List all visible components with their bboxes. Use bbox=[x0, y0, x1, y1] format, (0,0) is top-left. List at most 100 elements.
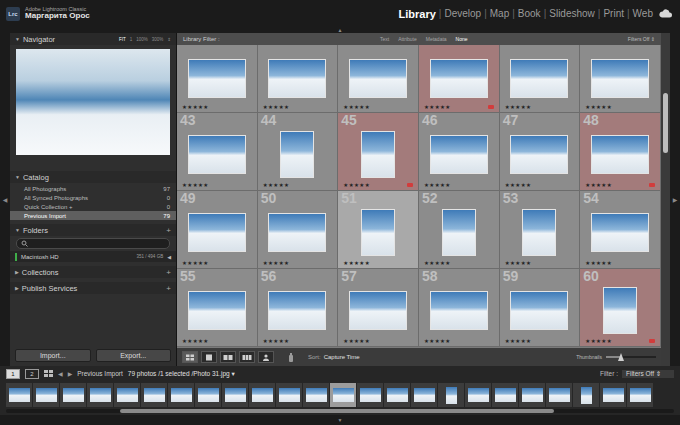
scroll-thumb[interactable] bbox=[663, 93, 668, 153]
star-rating[interactable]: ★★★★★ bbox=[343, 104, 370, 110]
module-tab[interactable]: Develop bbox=[444, 8, 481, 19]
photo-thumbnail[interactable] bbox=[281, 132, 313, 177]
star-rating[interactable]: ★★★★★ bbox=[182, 260, 209, 266]
grid-cell[interactable]: 54★★★★★ bbox=[580, 191, 661, 269]
star-rating[interactable]: ★★★★★ bbox=[505, 260, 532, 266]
photo-thumbnail[interactable] bbox=[523, 210, 555, 255]
photo-thumbnail[interactable] bbox=[592, 60, 648, 97]
grid-cell[interactable]: 53★★★★★ bbox=[500, 191, 581, 269]
photo-thumbnail[interactable] bbox=[350, 60, 406, 97]
grid-cell[interactable]: 55★★★★★ bbox=[177, 269, 258, 347]
filmstrip-thumb[interactable] bbox=[141, 383, 167, 407]
filmstrip-source[interactable]: Previous Import bbox=[77, 370, 123, 377]
expand-arrow[interactable]: ▶ bbox=[15, 269, 19, 275]
expand-arrow[interactable]: ▼ bbox=[15, 36, 20, 42]
filmstrip-thumb[interactable] bbox=[6, 383, 32, 407]
grid-cell[interactable]: ★★★★★ bbox=[177, 45, 258, 113]
volume-arrow[interactable]: ◀ bbox=[167, 254, 171, 260]
catalog-header[interactable]: ▼Catalog bbox=[10, 171, 176, 183]
star-rating[interactable]: ★★★★★ bbox=[182, 182, 209, 188]
photo-thumbnail[interactable] bbox=[592, 136, 648, 173]
grid-cell[interactable]: 49★★★★★ bbox=[177, 191, 258, 269]
filter-option[interactable]: Text bbox=[380, 36, 389, 42]
filmstrip-thumb[interactable] bbox=[87, 383, 113, 407]
bottom-panel-toggle[interactable]: ▼ bbox=[0, 415, 680, 425]
filmstrip-thumb[interactable] bbox=[627, 383, 653, 407]
grid-icon[interactable] bbox=[44, 370, 53, 377]
photo-thumbnail[interactable] bbox=[362, 132, 394, 177]
filmstrip-thumb[interactable] bbox=[438, 383, 464, 407]
view-button[interactable] bbox=[220, 351, 236, 363]
publish-header[interactable]: ▶Publish Services+ bbox=[10, 282, 176, 294]
photo-thumbnail[interactable] bbox=[443, 210, 475, 255]
grid-cell[interactable]: 43★★★★★ bbox=[177, 113, 258, 191]
grid-cell[interactable]: 48★★★★★ bbox=[580, 113, 661, 191]
grid-cell[interactable]: ★★★★★ bbox=[500, 45, 581, 113]
navigator-header[interactable]: ▼NavigatorFIT1100%300%⇕ bbox=[10, 33, 176, 45]
filmstrip-thumb[interactable] bbox=[303, 383, 329, 407]
grid-cell[interactable]: 57★★★★★ bbox=[338, 269, 419, 347]
grid-cell[interactable]: 46★★★★★ bbox=[419, 113, 500, 191]
grid-cell[interactable]: 51★★★★★ bbox=[338, 191, 419, 269]
volume-row[interactable]: Macintosh HD351 / 494 GB◀ bbox=[10, 251, 176, 262]
filter-option[interactable]: Metadata bbox=[426, 36, 447, 42]
expand-arrow[interactable]: ▼ bbox=[15, 174, 20, 180]
filmstrip-thumb[interactable] bbox=[114, 383, 140, 407]
photo-thumbnail[interactable] bbox=[511, 136, 567, 173]
photo-thumbnail[interactable] bbox=[431, 292, 487, 329]
filmstrip-thumb[interactable] bbox=[600, 383, 626, 407]
star-rating[interactable]: ★★★★★ bbox=[343, 260, 370, 266]
monitor-button[interactable]: 2 bbox=[25, 369, 39, 379]
photo-thumbnail[interactable] bbox=[431, 136, 487, 173]
filter-preset[interactable]: Filters Off ⇕ bbox=[628, 36, 655, 42]
filmstrip-thumb[interactable] bbox=[519, 383, 545, 407]
catalog-item[interactable]: Quick Collection +0 bbox=[10, 202, 176, 211]
painter-icon[interactable] bbox=[287, 352, 295, 362]
view-button[interactable] bbox=[182, 351, 198, 363]
filter-dropdown[interactable]: Filters Off ⇕ bbox=[622, 370, 674, 378]
view-button[interactable] bbox=[258, 351, 274, 363]
folders-header[interactable]: ▼Folders+ bbox=[10, 224, 176, 236]
expand-arrow[interactable]: ▼ bbox=[15, 227, 20, 233]
filter-option[interactable]: None bbox=[456, 36, 468, 42]
grid-scrollbar[interactable] bbox=[661, 33, 670, 366]
thumbnail-slider[interactable] bbox=[606, 356, 656, 358]
star-rating[interactable]: ★★★★★ bbox=[585, 338, 612, 344]
filmstrip-thumb[interactable] bbox=[465, 383, 491, 407]
module-tab[interactable]: Library bbox=[399, 8, 436, 20]
photo-thumbnail[interactable] bbox=[269, 60, 325, 97]
filmstrip-info[interactable]: 79 photos /1 selected /Photo 31.jpg ▾ bbox=[128, 370, 235, 378]
star-rating[interactable]: ★★★★★ bbox=[263, 182, 290, 188]
module-tab[interactable]: Slideshow bbox=[549, 8, 595, 19]
photo-thumbnail[interactable] bbox=[350, 292, 406, 329]
filmstrip-scrollbar[interactable] bbox=[6, 409, 674, 413]
photo-thumbnail[interactable] bbox=[189, 60, 245, 97]
catalog-item[interactable]: Previous Import79 bbox=[10, 211, 176, 220]
zoom-option[interactable]: 1 bbox=[130, 37, 133, 42]
photo-thumbnail[interactable] bbox=[189, 136, 245, 173]
zoom-option[interactable]: 300% bbox=[152, 37, 164, 42]
left-panel-toggle[interactable]: ◀ bbox=[0, 33, 10, 366]
zoom-option[interactable]: 100% bbox=[136, 37, 148, 42]
star-rating[interactable]: ★★★★★ bbox=[585, 182, 612, 188]
photo-thumbnail[interactable] bbox=[604, 288, 636, 333]
panel-button[interactable]: Import... bbox=[15, 349, 91, 362]
star-rating[interactable]: ★★★★★ bbox=[182, 338, 209, 344]
grid-cell[interactable]: ★★★★★ bbox=[419, 45, 500, 113]
catalog-item[interactable]: All Photographs97 bbox=[10, 184, 176, 193]
grid-cell[interactable]: 59★★★★★ bbox=[500, 269, 581, 347]
filmstrip-thumb[interactable] bbox=[411, 383, 437, 407]
star-rating[interactable]: ★★★★★ bbox=[343, 182, 370, 188]
filmstrip-thumb[interactable] bbox=[384, 383, 410, 407]
filmstrip-thumb[interactable] bbox=[330, 383, 356, 407]
forward-button[interactable]: ▶ bbox=[68, 370, 73, 377]
grid-cell[interactable]: 52★★★★★ bbox=[419, 191, 500, 269]
grid-cell[interactable]: ★★★★★ bbox=[258, 45, 339, 113]
grid-cell[interactable]: 45★★★★★ bbox=[338, 113, 419, 191]
filmstrip-thumb[interactable] bbox=[249, 383, 275, 407]
star-rating[interactable]: ★★★★★ bbox=[585, 104, 612, 110]
star-rating[interactable]: ★★★★★ bbox=[505, 338, 532, 344]
zoom-menu[interactable]: ⇕ bbox=[167, 37, 171, 42]
collections-header[interactable]: ▶Collections+ bbox=[10, 266, 176, 278]
filmstrip-thumb[interactable] bbox=[573, 383, 599, 407]
